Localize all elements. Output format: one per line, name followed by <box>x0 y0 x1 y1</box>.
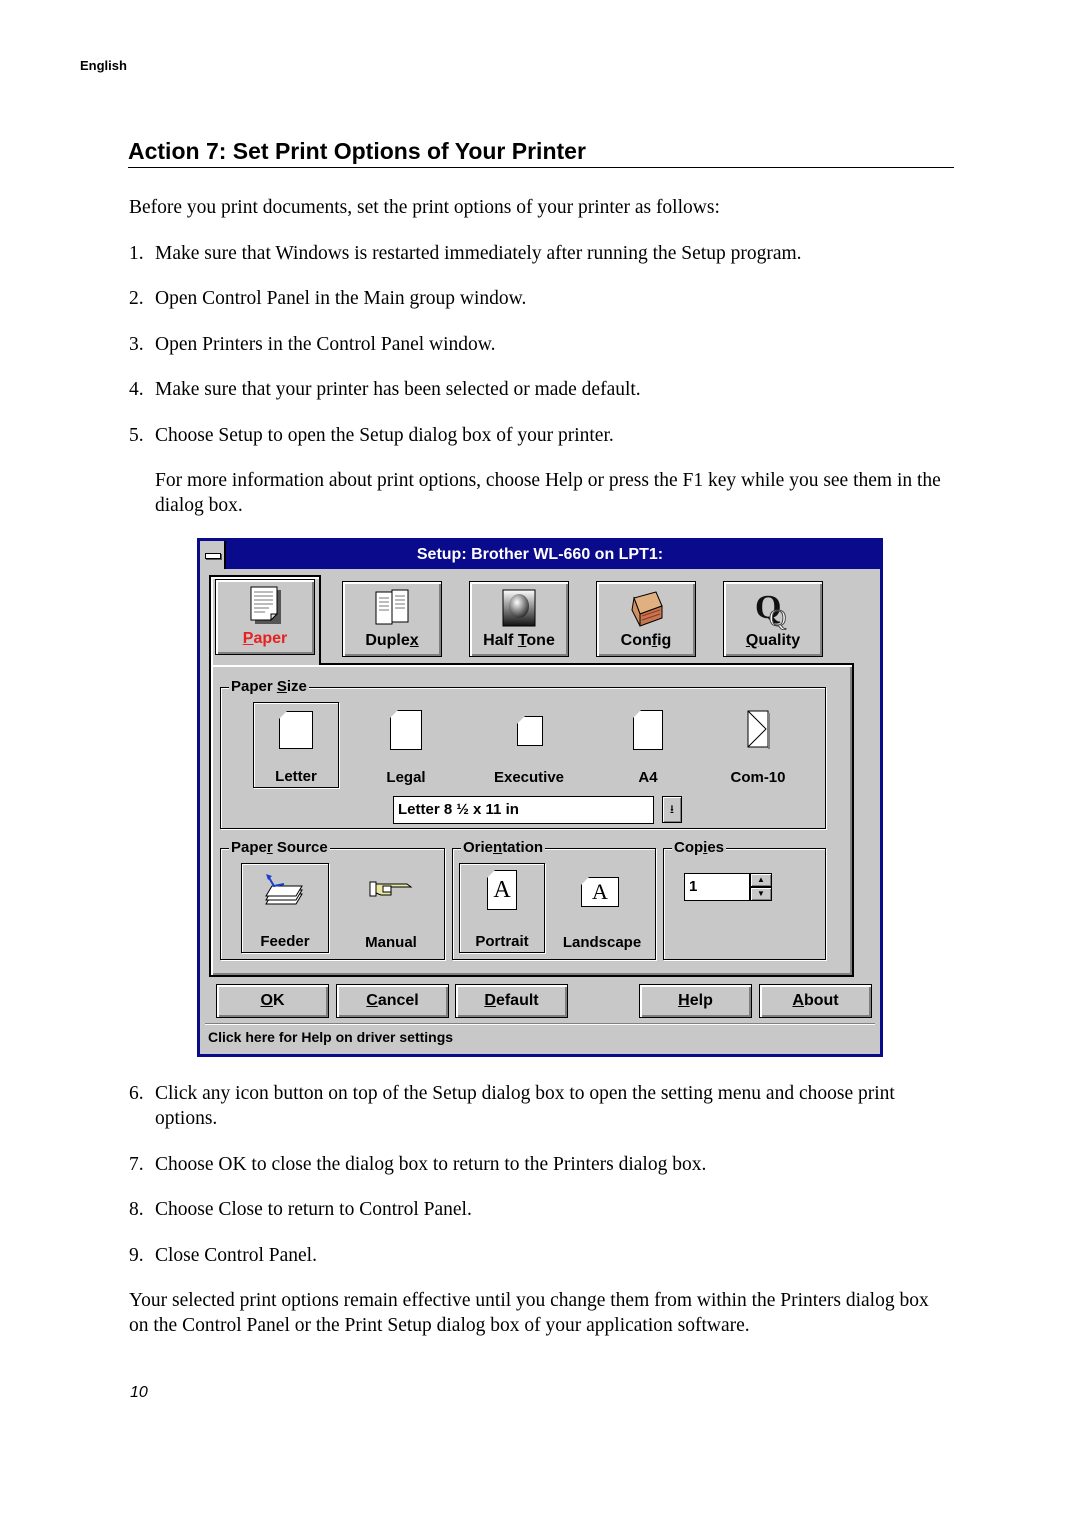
paper-size-executive[interactable]: Executive <box>479 702 579 788</box>
manual-hand-icon <box>369 881 413 897</box>
step-text: Choose Close to return to Control Panel. <box>155 1199 472 1220</box>
step-item: 3. Open Printers in the Control Panel win… <box>129 332 949 357</box>
paper-settings-panel: Paper Size Letter Legal Executive A4 Com… <box>209 663 854 977</box>
step-number: 6. <box>129 1083 144 1104</box>
step-number: 2. <box>129 288 144 309</box>
paper-document-icon <box>250 586 281 624</box>
paper-source-label: Paper Source <box>229 839 330 856</box>
tab-quality-label: Quality <box>745 632 801 649</box>
step-item: 6. Click any icon button on top of the Se… <box>129 1081 949 1131</box>
tab-duplex[interactable]: Duplex <box>342 581 442 657</box>
step-number: 7. <box>129 1154 144 1175</box>
ok-button[interactable]: OK <box>216 984 329 1018</box>
feeder-tray-icon <box>265 874 303 905</box>
dropdown-arrow-button[interactable]: ⭳ <box>662 796 682 823</box>
step-number: 3. <box>129 334 144 355</box>
step-number: 8. <box>129 1199 144 1220</box>
halftone-sphere-icon <box>502 589 536 627</box>
help-button[interactable]: Help <box>639 984 752 1018</box>
tab-duplex-label: Duplex <box>365 632 419 649</box>
paper-size-com10[interactable]: Com-10 <box>715 702 801 788</box>
copies-label: Copies <box>672 839 727 856</box>
step-text: Open Control Panel in the Main group win… <box>155 288 527 309</box>
a4-page-icon <box>633 710 663 750</box>
step-item: 2. Open Control Panel in the Main group w… <box>129 286 949 311</box>
executive-page-icon <box>517 716 543 746</box>
step-item: 7. Choose OK to close the dialog box to r… <box>129 1152 949 1177</box>
step-number: 9. <box>129 1245 144 1266</box>
intro-paragraph: Before you print documents, set the prin… <box>129 197 720 218</box>
closing-paragraph: Your selected print options remain effec… <box>129 1290 929 1336</box>
tab-config[interactable]: Config <box>596 581 696 657</box>
step-text: Close Control Panel. <box>155 1245 317 1266</box>
page-number: 10 <box>130 1384 148 1401</box>
orientation-label: Orientation <box>461 839 546 856</box>
status-bar[interactable]: Click here for Help on driver settings <box>205 1023 875 1050</box>
step-number: 5. <box>129 425 144 446</box>
setup-dialog: Setup: Brother WL-660 on LPT1: Paper Siz… <box>197 538 883 1057</box>
tab-quality[interactable]: Q Q Quality <box>723 581 823 657</box>
copies-down-button[interactable]: ▼ <box>750 887 772 901</box>
paper-source-feeder[interactable]: Feeder <box>241 863 329 953</box>
system-menu-button[interactable] <box>200 541 226 569</box>
paper-size-dropdown[interactable]: Letter 8 ½ x 11 in <box>393 796 654 824</box>
svg-text:Q: Q <box>769 606 786 630</box>
step-item: 4. Make sure that your printer has been s… <box>129 377 949 402</box>
about-button[interactable]: About <box>759 984 872 1018</box>
portrait-page-icon: A <box>487 870 517 910</box>
copies-up-button[interactable]: ▲ <box>750 873 772 887</box>
tab-paper-label: Paper <box>242 630 288 647</box>
orientation-portrait[interactable]: A Portrait <box>459 863 545 953</box>
paper-size-group: Paper Size Letter Legal Executive A4 Com… <box>220 678 826 829</box>
landscape-page-icon: A <box>581 877 619 907</box>
step-number: 1. <box>129 243 144 264</box>
step-item: 9. Close Control Panel. <box>129 1243 949 1268</box>
step-item: 8. Choose Close to return to Control Pane… <box>129 1197 949 1222</box>
legal-page-icon <box>390 710 422 750</box>
copies-input[interactable]: 1 <box>684 873 750 901</box>
paper-size-legal[interactable]: Legal <box>363 702 449 788</box>
language-label: English <box>80 58 127 73</box>
paper-size-label: Paper Size <box>229 678 309 695</box>
step-text: Make sure that Windows is restarted imme… <box>155 243 802 264</box>
section-title: Action 7: Set Print Options of Your Prin… <box>128 138 954 168</box>
copies-group: Copies 1 ▲ ▼ <box>663 839 826 960</box>
tab-half-tone[interactable]: Half Tone <box>469 581 569 657</box>
step-number: 4. <box>129 379 144 400</box>
paper-source-manual[interactable]: Manual <box>343 863 439 953</box>
step5-note: For more information about print options… <box>155 470 941 516</box>
tab-half-tone-label: Half Tone <box>483 632 555 649</box>
step-item: 1. Make sure that Windows is restarted im… <box>129 241 949 266</box>
step-item: 5. Choose Setup to open the Setup dialog … <box>129 423 949 448</box>
dialog-titlebar: Setup: Brother WL-660 on LPT1: <box>200 541 880 569</box>
step-text: Make sure that your printer has been sel… <box>155 379 641 400</box>
tab-config-label: Config <box>620 632 672 649</box>
paper-source-group: Paper Source Feeder Manual <box>220 839 445 960</box>
printer-config-icon <box>631 591 663 627</box>
letter-page-icon <box>279 711 313 749</box>
dialog-title: Setup: Brother WL-660 on LPT1: <box>416 546 664 563</box>
step-text: Click any icon button on top of the Setu… <box>155 1083 895 1129</box>
quality-q-icon: Q Q <box>755 589 787 630</box>
duplex-book-icon <box>375 589 409 625</box>
paper-size-letter[interactable]: Letter <box>253 702 339 788</box>
step-text: Choose OK to close the dialog box to ret… <box>155 1154 707 1175</box>
step-text: Choose Setup to open the Setup dialog bo… <box>155 425 614 446</box>
orientation-landscape[interactable]: A Landscape <box>553 863 651 953</box>
orientation-group: Orientation A Portrait A Landscape <box>452 839 656 960</box>
tab-paper[interactable]: Paper <box>215 579 315 655</box>
default-button[interactable]: Default <box>455 984 568 1018</box>
step-text: Open Printers in the Control Panel windo… <box>155 334 496 355</box>
paper-size-a4[interactable]: A4 <box>605 702 691 788</box>
cancel-button[interactable]: Cancel <box>336 984 449 1018</box>
envelope-icon <box>747 710 770 749</box>
